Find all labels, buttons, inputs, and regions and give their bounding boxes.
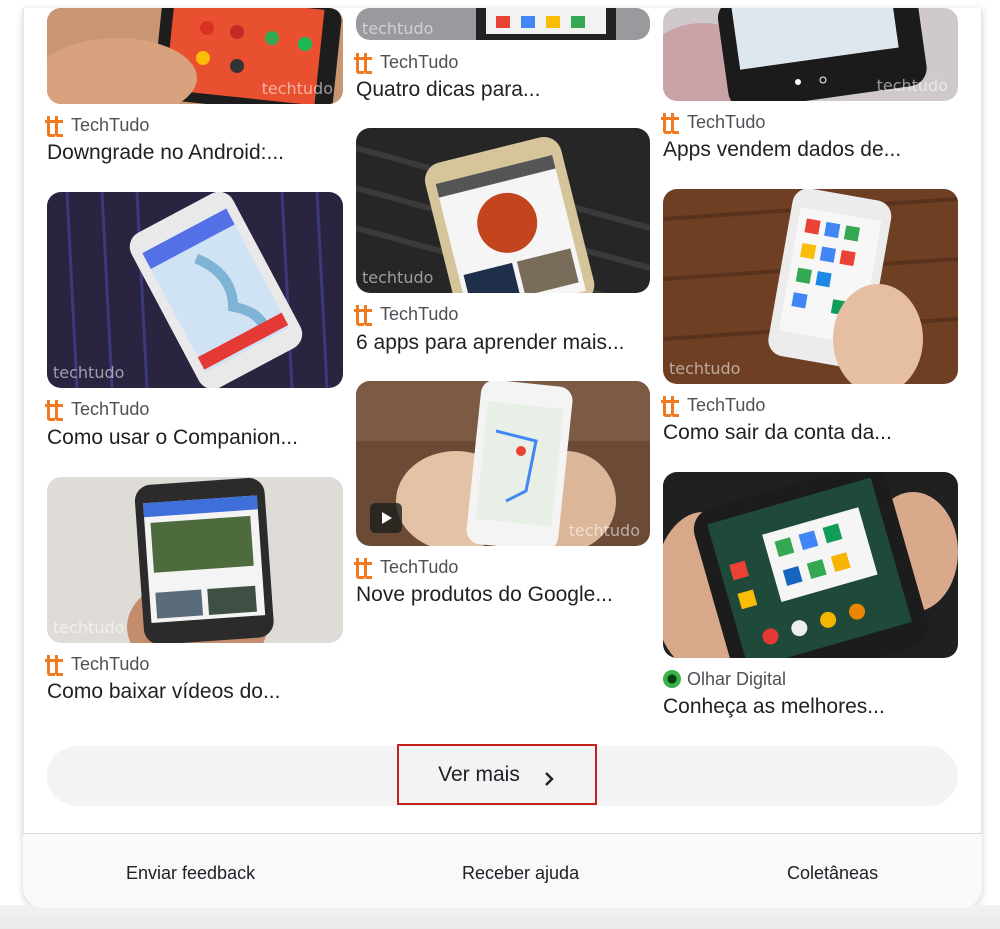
get-help-link[interactable]: Receber ajuda xyxy=(462,863,579,884)
result-source-name: TechTudo xyxy=(687,111,766,132)
page-bottom-shadow xyxy=(0,905,1000,929)
thumbnail-watermark: techtudo xyxy=(568,521,640,540)
result-thumbnail[interactable]: techtudo xyxy=(47,477,343,643)
techtudo-logo-icon xyxy=(45,400,63,421)
result-title[interactable]: Quatro dicas para... xyxy=(356,78,540,102)
result-source: TechTudo xyxy=(661,394,766,417)
result-thumbnail[interactable]: techtudo xyxy=(356,128,650,293)
result-title[interactable]: Como sair da conta da... xyxy=(663,421,892,445)
result-thumbnail[interactable]: techtudo xyxy=(356,8,650,40)
thumbnail-watermark: techtudo xyxy=(53,363,125,382)
techtudo-logo-icon xyxy=(354,53,372,74)
send-feedback-link[interactable]: Enviar feedback xyxy=(126,863,255,884)
thumbnail-watermark: techtudo xyxy=(669,359,741,378)
result-thumbnail[interactable]: techtudo xyxy=(356,381,650,546)
result-title[interactable]: Como baixar vídeos do... xyxy=(47,680,280,704)
result-thumbnail[interactable]: techtudo xyxy=(663,8,958,101)
result-source: TechTudo xyxy=(354,51,459,74)
result-source: TechTudo xyxy=(45,114,150,137)
thumbnail-watermark: techtudo xyxy=(261,79,333,98)
techtudo-logo-icon xyxy=(354,558,372,579)
result-source: Olhar Digital xyxy=(663,668,786,690)
techtudo-logo-icon xyxy=(661,113,679,134)
result-title[interactable]: 6 apps para aprender mais... xyxy=(356,331,625,355)
thumbnail-watermark: techtudo xyxy=(362,268,434,287)
see-more-label: Ver mais xyxy=(438,762,520,786)
result-source-name: TechTudo xyxy=(71,653,150,674)
result-thumbnail[interactable]: techtudo xyxy=(663,189,958,384)
result-title[interactable]: Downgrade no Android:... xyxy=(47,141,284,165)
result-source: TechTudo xyxy=(45,398,150,421)
olhar-digital-logo-icon xyxy=(663,670,681,688)
result-source-name: TechTudo xyxy=(71,398,150,419)
techtudo-logo-icon xyxy=(45,116,63,137)
result-title[interactable]: Nove produtos do Google... xyxy=(356,583,613,607)
result-source-name: TechTudo xyxy=(380,51,459,72)
result-thumbnail[interactable]: techtudo xyxy=(47,8,343,104)
result-source-name: Olhar Digital xyxy=(687,668,787,689)
techtudo-logo-icon xyxy=(354,305,372,326)
techtudo-logo-icon xyxy=(661,396,679,417)
result-title[interactable]: Conheça as melhores... xyxy=(663,695,885,719)
video-play-icon[interactable] xyxy=(370,503,402,533)
techtudo-logo-icon xyxy=(45,655,63,676)
result-title[interactable]: Como usar o Companion... xyxy=(47,426,298,450)
result-thumbnail[interactable]: techtudo xyxy=(47,192,343,388)
result-thumbnail[interactable] xyxy=(663,472,958,658)
result-source: TechTudo xyxy=(354,556,459,579)
result-source: TechTudo xyxy=(354,303,459,326)
result-source: TechTudo xyxy=(45,653,150,676)
result-title[interactable]: Apps vendem dados de... xyxy=(663,138,901,162)
footer: Enviar feedback Receber ajuda Coletâneas xyxy=(23,833,982,908)
chevron-right-icon xyxy=(542,768,556,786)
thumbnail-watermark: techtudo xyxy=(876,76,948,95)
result-source-name: TechTudo xyxy=(687,394,766,415)
collections-link[interactable]: Coletâneas xyxy=(787,863,878,884)
thumbnail-watermark: techtudo xyxy=(53,618,125,637)
result-source-name: TechTudo xyxy=(380,303,459,324)
result-source-name: TechTudo xyxy=(380,556,459,577)
result-source: TechTudo xyxy=(661,111,766,134)
thumbnail-watermark: techtudo xyxy=(362,19,434,38)
see-more-button[interactable]: Ver mais xyxy=(397,744,597,805)
result-source-name: TechTudo xyxy=(71,114,150,135)
